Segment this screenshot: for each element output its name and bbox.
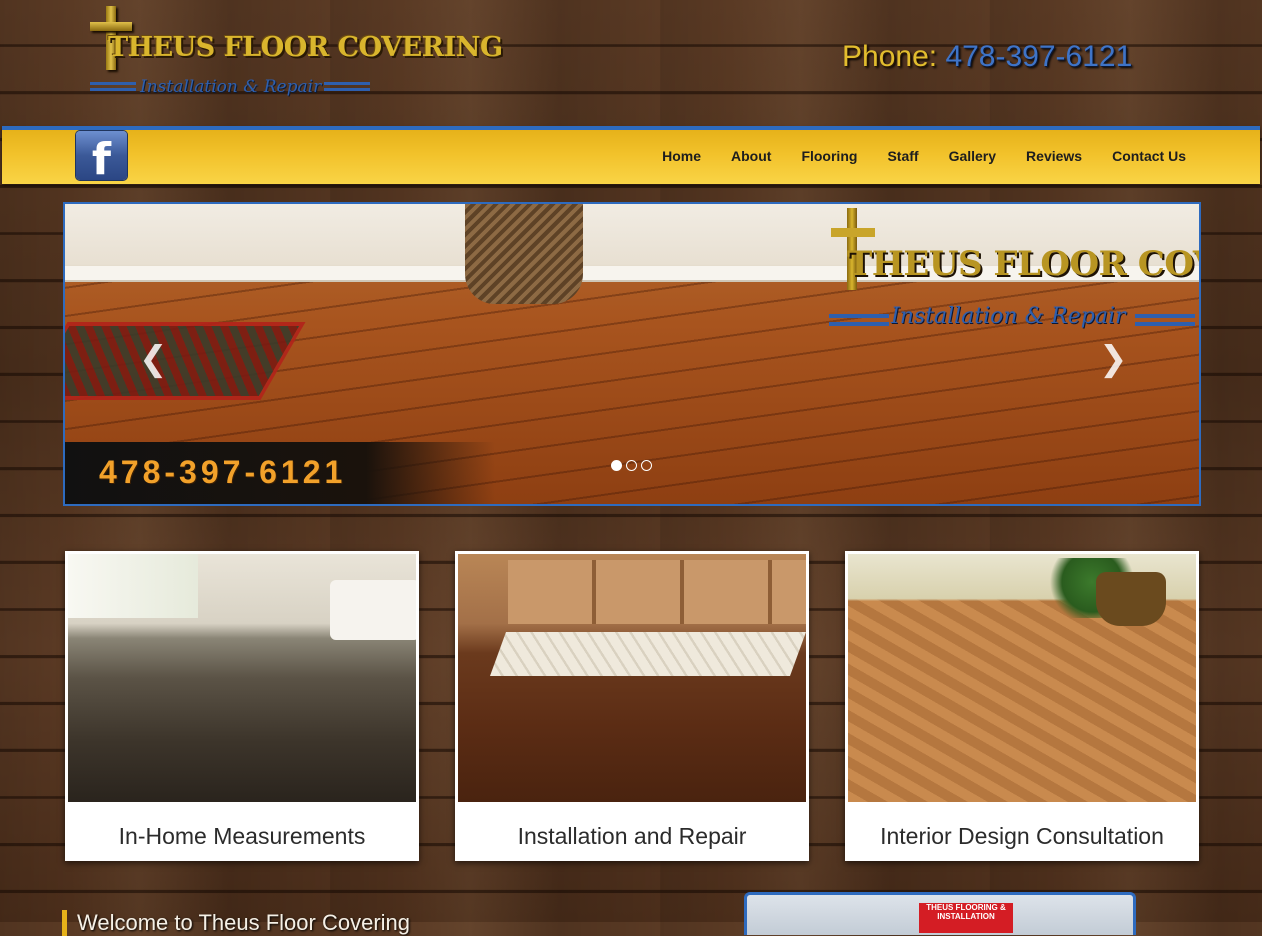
logo-title: THEUS FLOOR COVERING xyxy=(108,32,503,63)
service-card[interactable]: In-Home Measurements xyxy=(65,551,419,861)
slide-logo-divider xyxy=(829,322,889,326)
logo-divider xyxy=(90,88,136,91)
phone-number-link[interactable]: 478-397-6121 xyxy=(945,40,1132,73)
header-phone: Phone: 478-397-6121 xyxy=(842,40,1132,74)
sofa-image xyxy=(330,580,416,640)
carousel-indicators xyxy=(611,460,652,471)
service-card-title[interactable]: In-Home Measurements xyxy=(65,823,419,850)
truck-sign: THEUS FLOORING & INSTALLATION xyxy=(919,903,1013,933)
chevron-left-icon[interactable]: ❮ xyxy=(139,342,168,376)
welcome-heading: Welcome to Theus Floor Covering xyxy=(62,910,410,936)
nav-item-flooring[interactable]: Flooring xyxy=(801,148,857,164)
slide-basket-image xyxy=(465,204,583,304)
service-card-title[interactable]: Interior Design Consultation xyxy=(845,823,1199,850)
logo-divider xyxy=(90,82,136,85)
logo-subtitle: Installation & Repair xyxy=(140,77,322,97)
nav-item-reviews[interactable]: Reviews xyxy=(1026,148,1082,164)
slide-logo-divider xyxy=(829,314,889,318)
service-card-image xyxy=(458,554,806,802)
hero-carousel: THEUS FLOOR COVERING Installation & Repa… xyxy=(63,202,1201,506)
service-card[interactable]: Interior Design Consultation xyxy=(845,551,1199,861)
nav-item-about[interactable]: About xyxy=(731,148,771,164)
window-image xyxy=(68,554,198,618)
nav-item-home[interactable]: Home xyxy=(662,148,701,164)
slide-logo-divider xyxy=(1135,322,1195,326)
main-menu: Home About Flooring Staff Gallery Review… xyxy=(662,148,1186,164)
cross-icon-bar xyxy=(831,228,875,237)
site-logo[interactable]: THEUS FLOOR COVERING Installation & Repa… xyxy=(86,4,503,104)
slide-logo-subtitle: Installation & Repair xyxy=(891,304,1126,329)
carousel-dot-3[interactable] xyxy=(641,460,652,471)
carousel-dot-1[interactable] xyxy=(611,460,622,471)
service-card-image xyxy=(68,554,416,802)
service-card[interactable]: Installation and Repair xyxy=(455,551,809,861)
service-card-image xyxy=(848,554,1196,802)
nav-item-gallery[interactable]: Gallery xyxy=(949,148,996,164)
logo-divider xyxy=(324,82,370,85)
phone-label: Phone: xyxy=(842,40,938,73)
carousel-dot-2[interactable] xyxy=(626,460,637,471)
logo-divider xyxy=(324,88,370,91)
slide-logo-divider xyxy=(1135,314,1195,318)
nav-item-contact-us[interactable]: Contact Us xyxy=(1112,148,1186,164)
cabinet-image xyxy=(508,560,806,624)
slide-rug-image xyxy=(65,322,306,400)
service-card-title[interactable]: Installation and Repair xyxy=(455,823,809,850)
nav-item-staff[interactable]: Staff xyxy=(887,148,918,164)
truck-image: THEUS FLOORING & INSTALLATION xyxy=(744,892,1136,935)
cross-icon-bar xyxy=(90,22,132,31)
rug-image xyxy=(489,632,806,676)
chevron-right-icon[interactable]: ❯ xyxy=(1099,342,1128,376)
facebook-icon[interactable]: f xyxy=(76,131,127,180)
slide-logo-title: THEUS FLOOR COVERING xyxy=(847,244,1199,284)
pot-image xyxy=(1096,572,1166,626)
slide-phone-number: 478-397-6121 xyxy=(99,454,347,490)
